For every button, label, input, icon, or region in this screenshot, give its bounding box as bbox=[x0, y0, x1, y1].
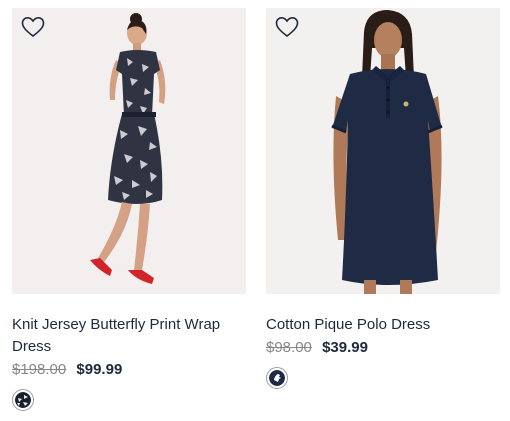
product-card[interactable]: Knit Jersey Butterfly Print Wrap Dress $… bbox=[12, 8, 246, 411]
product-title[interactable]: Knit Jersey Butterfly Print Wrap Dress bbox=[12, 314, 246, 358]
product-grid: Knit Jersey Butterfly Print Wrap Dress $… bbox=[0, 0, 510, 421]
original-price: $98.00 bbox=[266, 339, 312, 356]
sale-price: $99.99 bbox=[76, 361, 123, 378]
heart-outline-icon[interactable] bbox=[21, 16, 45, 38]
product-card[interactable]: Cotton Pique Polo Dress $98.00 $39.99 bbox=[266, 8, 500, 389]
product-photo-butterfly-dress bbox=[12, 8, 246, 294]
original-price: $198.00 bbox=[12, 361, 67, 378]
product-image[interactable] bbox=[266, 8, 500, 294]
color-swatch[interactable] bbox=[266, 367, 288, 389]
butterfly-print-swatch-icon bbox=[15, 392, 31, 408]
sale-price: $39.99 bbox=[322, 339, 368, 356]
heart-outline-icon[interactable] bbox=[275, 16, 299, 38]
product-image[interactable] bbox=[12, 8, 246, 294]
price-block: $98.00 $39.99 bbox=[266, 337, 500, 359]
color-swatch[interactable] bbox=[12, 389, 34, 411]
navy-logo-swatch-icon bbox=[269, 370, 285, 386]
product-photo-polo-dress bbox=[266, 8, 500, 294]
price-block: $198.00 $99.99 bbox=[12, 359, 246, 381]
product-title[interactable]: Cotton Pique Polo Dress bbox=[266, 314, 500, 336]
